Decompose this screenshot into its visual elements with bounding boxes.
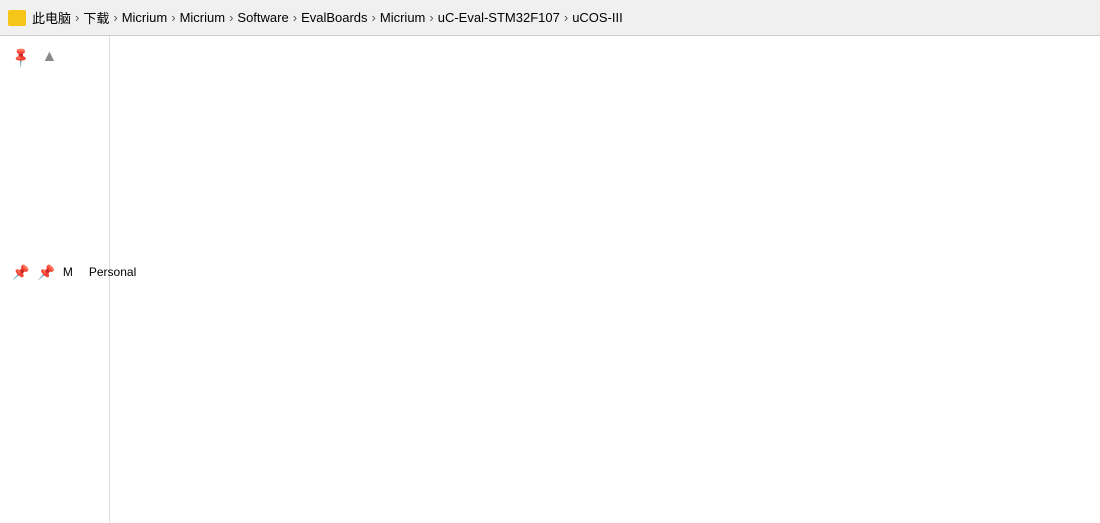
breadcrumb-item-0[interactable]: 此电脑: [32, 8, 71, 27]
breadcrumb-item-2[interactable]: Micrium: [122, 10, 168, 25]
sidebar-item-personal[interactable]: Personal: [81, 261, 144, 283]
breadcrumb-item-5[interactable]: EvalBoards: [301, 10, 367, 25]
breadcrumb-sep: ›: [372, 10, 376, 25]
breadcrumb-sep: ›: [75, 10, 79, 25]
breadcrumb-item-6[interactable]: Micrium: [380, 10, 426, 25]
folder-icon: [8, 10, 26, 26]
breadcrumb-sep: ›: [293, 10, 297, 25]
breadcrumb-item-3[interactable]: Micrium: [180, 10, 226, 25]
sidebar: 📌 ▲ 📌 📌 M Personal 名称 ▲ 修改日期 类型 大小 IAR 2…: [0, 36, 110, 523]
breadcrumb-item-7[interactable]: uC-Eval-STM32F107: [438, 10, 560, 25]
breadcrumb-item-8[interactable]: uCOS-III: [572, 10, 623, 25]
breadcrumb-sep: ›: [229, 10, 233, 25]
pin-icon-3[interactable]: 📌 M Personal: [33, 250, 148, 294]
pin-icon-2[interactable]: 📌 📌 M Personal 名称 ▲ 修改日期 类型 大小 IAR 2020/…: [8, 72, 105, 472]
breadcrumb-item-1[interactable]: 下载: [83, 8, 109, 27]
breadcrumb: 此电脑 › 下载 › Micrium › Micrium › Software …: [0, 0, 1100, 36]
breadcrumb-sep: ›: [113, 10, 117, 25]
pin-up-icon[interactable]: 📌: [4, 40, 38, 74]
breadcrumb-sep: ›: [564, 10, 568, 25]
sort-up-icon[interactable]: ▲: [37, 46, 61, 68]
breadcrumb-item-4[interactable]: Software: [237, 10, 288, 25]
breadcrumb-sep: ›: [429, 10, 433, 25]
sidebar-item-m[interactable]: M: [55, 261, 81, 283]
breadcrumb-sep: ›: [171, 10, 175, 25]
